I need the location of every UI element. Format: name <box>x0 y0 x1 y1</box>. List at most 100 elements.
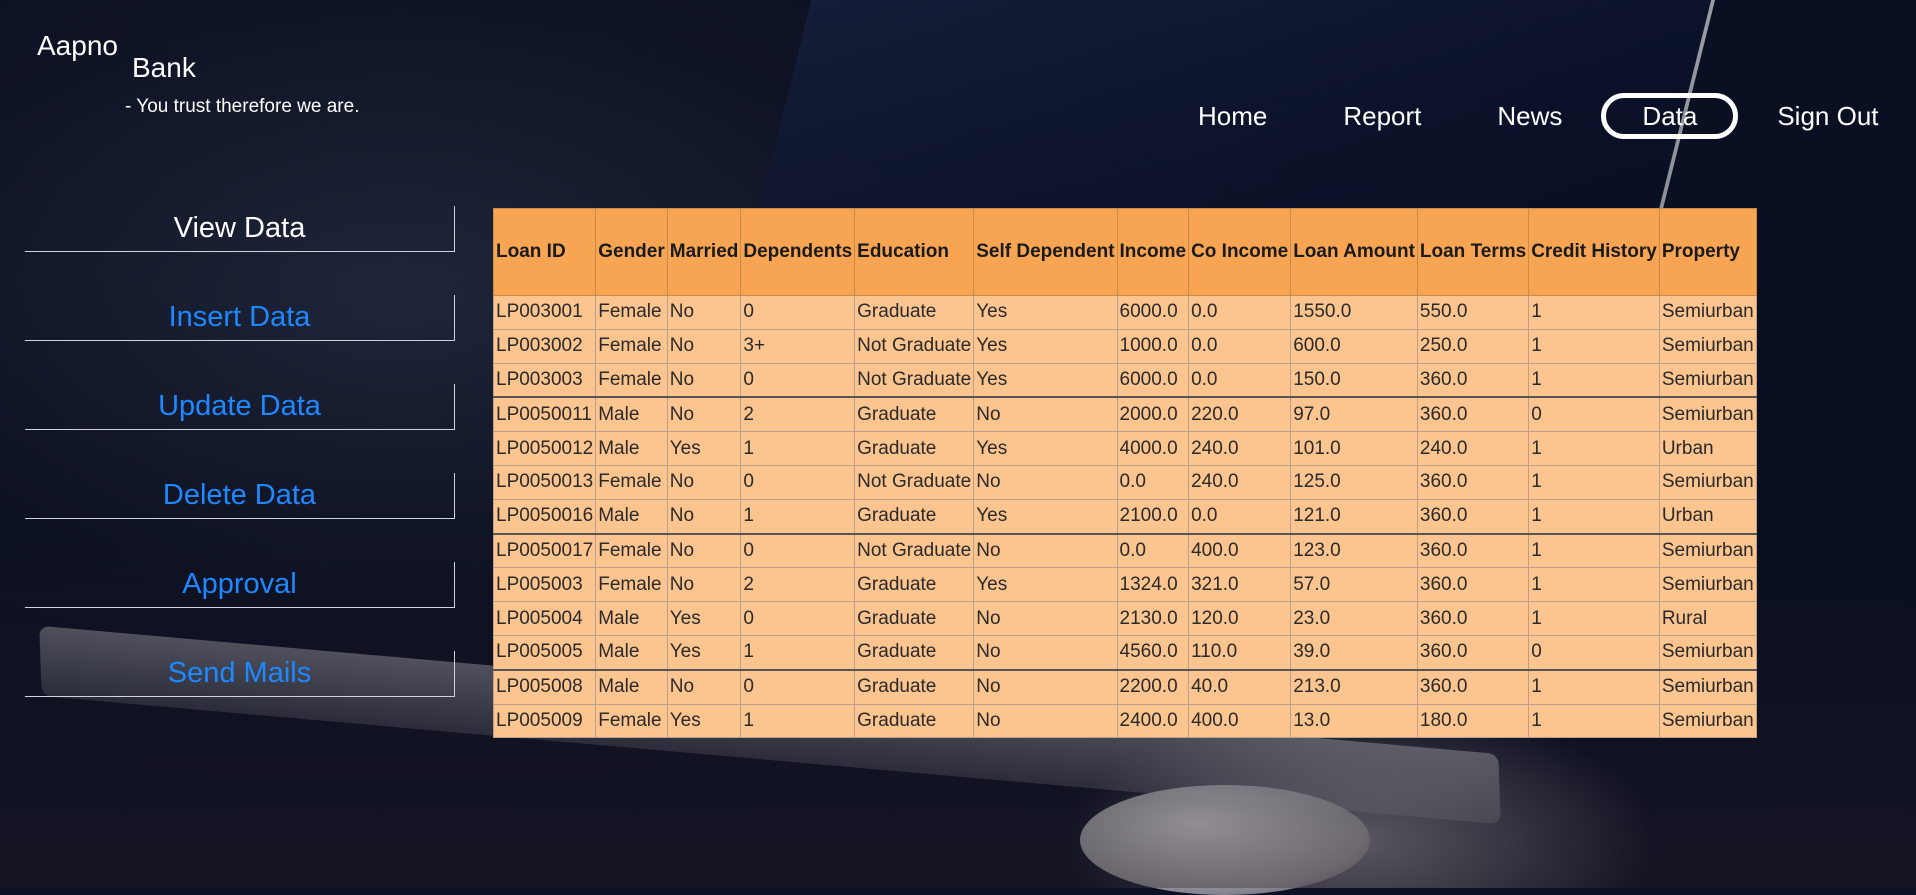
table-row: LP005004 Male Yes 0 Graduate No 2130.0 120.0 23.… <box>492 601 1757 636</box>
table-cell: No <box>666 464 742 500</box>
table-cell: 0.0 <box>1116 532 1190 569</box>
table-cell: 123.0 <box>1290 532 1418 569</box>
table-cell: 0 <box>740 532 856 569</box>
table-cell: LP003002 <box>492 328 597 364</box>
table-cell: Graduate <box>854 668 975 705</box>
table-cell: LP0050013 <box>492 464 597 500</box>
column-header: Gender <box>595 208 668 296</box>
table-cell: No <box>666 567 742 603</box>
table-cell: No <box>666 328 742 364</box>
table-cell: Graduate <box>854 431 975 466</box>
table-cell: 360.0 <box>1416 668 1530 705</box>
table-cell: 0.0 <box>1188 498 1292 535</box>
side-item-insert-data[interactable]: Insert Data <box>25 295 455 341</box>
table-cell: 0 <box>740 601 856 636</box>
table-cell: Female <box>595 567 668 603</box>
table-cell: 1 <box>740 703 856 739</box>
table-cell: LP003001 <box>492 295 597 330</box>
table-cell: Yes <box>666 431 742 466</box>
table-cell: 600.0 <box>1290 328 1418 364</box>
table-cell: 213.0 <box>1290 668 1418 705</box>
table-cell: 4000.0 <box>1116 431 1190 466</box>
table-cell: 1 <box>1528 328 1660 364</box>
table-cell: 0 <box>740 464 856 500</box>
side-item-approval[interactable]: Approval <box>25 562 455 608</box>
table-cell: 2130.0 <box>1116 601 1190 636</box>
table-cell: Yes <box>973 295 1118 330</box>
nav-report[interactable]: Report <box>1305 93 1459 139</box>
table-cell: 0.0 <box>1188 362 1292 398</box>
table-cell: 0.0 <box>1188 328 1292 364</box>
loan-data-table-wrapper: Loan ID Gender Married Dependents Education S… <box>492 208 1757 739</box>
table-cell: Graduate <box>854 498 975 535</box>
table-cell: No <box>973 634 1118 671</box>
table-cell: 0 <box>1528 634 1660 671</box>
table-cell: No <box>973 464 1118 500</box>
nav-news[interactable]: News <box>1459 93 1600 139</box>
table-cell: 240.0 <box>1416 431 1530 466</box>
side-item-update-data[interactable]: Update Data <box>25 384 455 430</box>
table-cell: 360.0 <box>1416 464 1530 500</box>
brand-word-2: Bank <box>132 52 196 83</box>
table-cell: Semiurban <box>1658 328 1757 364</box>
table-cell: 400.0 <box>1188 532 1292 569</box>
table-cell: 6000.0 <box>1116 295 1190 330</box>
table-cell: Rural <box>1658 601 1757 636</box>
table-cell: 1 <box>1528 295 1660 330</box>
table-cell: LP005004 <box>492 601 597 636</box>
table-cell: Semiurban <box>1658 464 1757 500</box>
table-cell: Semiurban <box>1658 295 1757 330</box>
table-cell: No <box>973 668 1118 705</box>
table-cell: Male <box>595 396 668 433</box>
table-cell: LP005008 <box>492 668 597 705</box>
brand-tagline: - You trust therefore we are. <box>125 96 360 117</box>
table-cell: 550.0 <box>1416 295 1530 330</box>
table-cell: No <box>666 532 742 569</box>
table-cell: Urban <box>1658 431 1757 466</box>
table-cell: No <box>666 295 742 330</box>
column-header: Income <box>1116 208 1190 296</box>
side-item-send-mails[interactable]: Send Mails <box>25 651 455 697</box>
table-cell: LP0050016 <box>492 498 597 535</box>
side-menu: View Data Insert Data Update Data Delete… <box>25 206 455 740</box>
table-cell: Male <box>595 634 668 671</box>
table-cell: 360.0 <box>1416 634 1530 671</box>
table-cell: 4560.0 <box>1116 634 1190 671</box>
table-cell: 240.0 <box>1188 431 1292 466</box>
table-cell: LP0050012 <box>492 431 597 466</box>
table-row: LP0050017 Female No 0 Not Graduate No 0.0 400.0… <box>492 532 1757 569</box>
side-item-view-data[interactable]: View Data <box>25 206 455 252</box>
table-body: LP003001 Female No 0 Graduate Yes 6000.0 0.0 155… <box>492 295 1757 739</box>
table-cell: Not Graduate <box>854 464 975 500</box>
brand-word-1: Aapno <box>37 30 118 61</box>
table-cell: Graduate <box>854 567 975 603</box>
column-header: Loan ID <box>492 208 597 296</box>
side-item-delete-data[interactable]: Delete Data <box>25 473 455 519</box>
nav-home[interactable]: Home <box>1160 93 1305 139</box>
table-cell: 0 <box>740 668 856 705</box>
table-cell: No <box>666 498 742 535</box>
table-cell: Semiurban <box>1658 634 1757 671</box>
table-cell: Female <box>595 464 668 500</box>
table-cell: 360.0 <box>1416 498 1530 535</box>
table-cell: LP005009 <box>492 703 597 739</box>
table-cell: LP003003 <box>492 362 597 398</box>
nav-sign-out[interactable]: Sign Out <box>1739 93 1916 139</box>
table-cell: Semiurban <box>1658 362 1757 398</box>
table-cell: 1 <box>1528 601 1660 636</box>
table-row: LP0050013 Female No 0 Not Graduate No 0.0 240.0… <box>492 464 1757 500</box>
table-cell: LP0050011 <box>492 396 597 433</box>
table-cell: 360.0 <box>1416 362 1530 398</box>
table-cell: 2200.0 <box>1116 668 1190 705</box>
nav-data[interactable]: Data <box>1601 93 1739 139</box>
table-cell: 0 <box>1528 396 1660 433</box>
table-cell: 1 <box>1528 532 1660 569</box>
table-cell: Semiurban <box>1658 703 1757 739</box>
table-cell: Female <box>595 295 668 330</box>
table-cell: 220.0 <box>1188 396 1292 433</box>
table-cell: 2 <box>740 396 856 433</box>
table-cell: 1 <box>740 498 856 535</box>
table-cell: 360.0 <box>1416 601 1530 636</box>
table-cell: 2400.0 <box>1116 703 1190 739</box>
table-cell: Semiurban <box>1658 668 1757 705</box>
